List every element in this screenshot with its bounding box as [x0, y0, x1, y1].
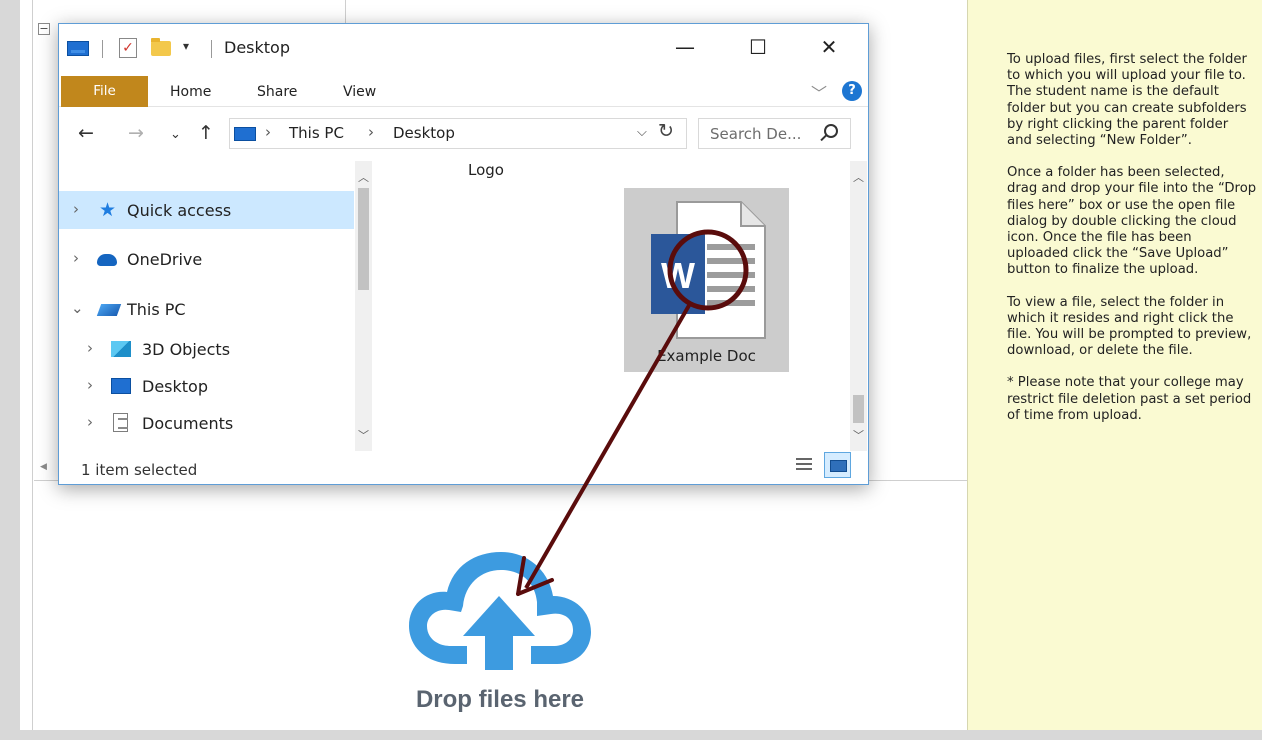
close-button[interactable]: ✕: [806, 24, 852, 72]
help-paragraph: To view a file, select the folder in whi…: [1007, 294, 1252, 359]
nav-item-label: Desktop: [142, 377, 208, 396]
nav-item-quick-access[interactable]: › ★ Quick access: [59, 191, 354, 229]
help-paragraph: * Please note that your college may rest…: [1007, 375, 1252, 423]
cloud-icon: [97, 254, 117, 266]
refresh-icon[interactable]: ↻: [658, 120, 674, 142]
computer-icon: [96, 304, 122, 316]
chevron-right-icon[interactable]: ›: [87, 413, 93, 431]
help-text: To upload files, first select the folder…: [1007, 52, 1257, 440]
nav-item-desktop[interactable]: › Desktop: [59, 367, 354, 405]
scroll-left-icon[interactable]: ◀: [40, 462, 47, 472]
large-icons-view-icon[interactable]: [824, 452, 851, 478]
file-item-logo-label[interactable]: Logo: [468, 161, 504, 179]
details-view-icon[interactable]: [795, 456, 813, 474]
scroll-down-icon[interactable]: ﹀: [358, 427, 369, 443]
scroll-down-icon[interactable]: ﹀: [853, 427, 864, 443]
forward-arrow-icon[interactable]: →: [128, 122, 144, 144]
scrollbar-thumb[interactable]: [853, 395, 864, 423]
cloud-upload-icon[interactable]: [403, 546, 595, 676]
nav-item-label: Documents: [142, 414, 234, 433]
breadcrumb-desktop[interactable]: Desktop: [393, 124, 455, 142]
status-bar: 1 item selected: [59, 452, 868, 484]
chevron-right-icon[interactable]: ›: [73, 200, 79, 218]
nav-item-label: OneDrive: [127, 250, 203, 269]
maximize-button[interactable]: ☐: [735, 24, 781, 72]
tab-view[interactable]: View: [343, 84, 376, 100]
chevron-right-icon[interactable]: ›: [87, 376, 93, 394]
computer-icon[interactable]: [67, 41, 89, 56]
star-icon: ★: [99, 199, 117, 221]
drop-files-label: Drop files here: [415, 686, 585, 713]
file-item-label: Example Doc: [657, 347, 756, 365]
ribbon: File Home Share View ﹀ ?: [59, 72, 868, 107]
chevron-right-icon[interactable]: ›: [87, 339, 93, 357]
help-panel: To upload files, first select the folder…: [967, 0, 1262, 730]
nav-item-3d-objects[interactable]: › 3D Objects: [59, 330, 354, 368]
tree-collapse-icon[interactable]: −: [38, 23, 50, 35]
properties-icon[interactable]: ✓: [119, 38, 137, 58]
documents-icon: [113, 413, 128, 432]
minimize-button[interactable]: —: [662, 24, 708, 72]
nav-pane-scrollbar[interactable]: ︿ ﹀: [355, 161, 372, 451]
chevron-down-icon[interactable]: ⌄: [71, 299, 84, 317]
file-list[interactable]: Logo W Example Doc ︿ ﹀: [374, 161, 868, 451]
separator: [102, 40, 103, 58]
scroll-up-icon[interactable]: ︿: [853, 169, 864, 185]
nav-item-this-pc[interactable]: ⌄ This PC: [59, 290, 354, 328]
content-scrollbar[interactable]: ︿ ﹀: [850, 161, 867, 451]
nav-item-documents[interactable]: › Documents: [59, 404, 354, 442]
nav-item-onedrive[interactable]: › OneDrive: [59, 240, 354, 278]
address-dropdown-icon[interactable]: ⌵: [637, 125, 647, 140]
drop-zone[interactable]: Drop files here: [380, 540, 620, 730]
title-bar[interactable]: ✓ ▾ Desktop — ☐ ✕: [59, 24, 868, 72]
breadcrumb-chevron-icon[interactable]: ›: [368, 123, 374, 141]
scrollbar-thumb[interactable]: [358, 188, 369, 290]
status-text: 1 item selected: [81, 461, 198, 479]
navigation-pane[interactable]: › ★ Quick access › OneDrive ⌄ This PC › …: [59, 161, 373, 451]
search-icon[interactable]: [824, 124, 838, 138]
nav-item-label: 3D Objects: [142, 340, 231, 359]
search-box[interactable]: Search De...: [698, 118, 851, 149]
recent-locations-chevron-icon[interactable]: ⌄: [170, 127, 181, 142]
desktop-icon: [111, 378, 131, 394]
separator: [211, 40, 212, 58]
new-folder-icon[interactable]: [151, 38, 171, 56]
page-border: [32, 0, 33, 730]
expand-ribbon-icon[interactable]: ﹀: [811, 80, 827, 104]
horizontal-scrollbar[interactable]: [20, 730, 1262, 740]
file-item-example-doc[interactable]: W Example Doc: [624, 188, 789, 372]
help-paragraph: Once a folder has been selected, drag an…: [1007, 165, 1257, 278]
breadcrumb-chevron-icon[interactable]: ›: [265, 123, 271, 141]
navigation-bar: ← → ⌄ ↑ › This PC › Desktop ⌵ ↻ Search D…: [59, 108, 868, 160]
word-document-icon: W: [651, 201, 766, 339]
address-bar[interactable]: › This PC › Desktop ⌵ ↻: [229, 118, 687, 149]
back-arrow-icon[interactable]: ←: [78, 122, 94, 144]
chevron-right-icon[interactable]: ›: [73, 249, 79, 267]
nav-item-label: Quick access: [127, 201, 232, 220]
window-title: Desktop: [224, 38, 290, 57]
file-tab[interactable]: File: [61, 76, 148, 107]
word-letter: W: [661, 255, 695, 296]
tab-share[interactable]: Share: [257, 84, 297, 100]
file-explorer-window[interactable]: ✓ ▾ Desktop — ☐ ✕ File Home Share View ﹀…: [58, 23, 869, 485]
tab-home[interactable]: Home: [170, 84, 211, 100]
nav-item-label: This PC: [127, 300, 186, 319]
help-icon[interactable]: ?: [842, 81, 862, 101]
help-paragraph: To upload files, first select the folder…: [1007, 52, 1247, 149]
computer-icon: [234, 127, 256, 141]
scroll-up-icon[interactable]: ︿: [358, 169, 369, 185]
cube-icon: [111, 341, 131, 357]
breadcrumb-this-pc[interactable]: This PC: [289, 124, 344, 142]
search-input[interactable]: Search De...: [710, 125, 801, 143]
up-arrow-icon[interactable]: ↑: [198, 122, 214, 144]
quick-access-toolbar-dropdown-icon[interactable]: ▾: [183, 39, 189, 53]
